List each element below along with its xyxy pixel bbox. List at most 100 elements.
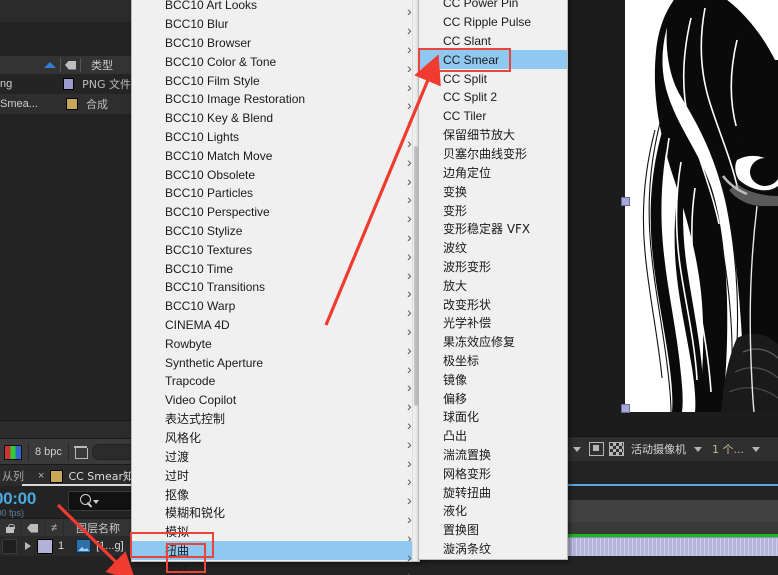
menu-item[interactable]: 变形 [419,201,567,220]
menu-item[interactable]: BCC10 Stylize [132,222,419,241]
menu-item[interactable]: BCC10 Lights [132,128,419,147]
view-layout-selector[interactable]: 1 个... [712,441,744,457]
menu-item[interactable]: BCC10 Art Looks [132,0,419,15]
menu-item[interactable]: 波纹 [419,238,567,257]
transparency-grid-icon[interactable] [609,442,624,456]
artwork-portrait [625,0,778,412]
menu-item[interactable]: 变换 [419,182,567,201]
eye-visibility-icon[interactable] [2,538,17,554]
menu-item[interactable]: CC Split [419,69,567,88]
menu-item[interactable]: 模拟 [132,522,419,541]
menu-item[interactable]: 抠像 [132,485,419,504]
project-column-header[interactable]: 类型 [0,56,131,75]
menu-item[interactable]: 生成 [132,560,419,575]
menu-item[interactable]: BCC10 Time [132,259,419,278]
menu-item[interactable]: 过时 [132,466,419,485]
chevron-down-icon[interactable] [752,446,760,452]
menu-item[interactable]: 网格变形 [419,464,567,483]
layer-name[interactable]: [1...g] [96,540,124,552]
menu-item[interactable]: CC Split 2 [419,88,567,107]
menu-item[interactable]: CC Slant [419,32,567,51]
menu-item[interactable]: 边角定位 [419,163,567,182]
close-icon[interactable]: × [38,470,44,482]
menu-item[interactable]: 镜像 [419,370,567,389]
menu-item[interactable]: 置换图 [419,520,567,539]
menu-item[interactable]: 波形变形 [419,257,567,276]
menu-item[interactable]: 表达式控制 [132,410,419,429]
menu-item[interactable]: BCC10 Transitions [132,278,419,297]
menu-item[interactable]: BCC10 Textures [132,240,419,259]
menu-item[interactable]: BCC10 Image Restoration [132,90,419,109]
effect-category-menu[interactable]: BCC10 Art Looks BCC10 Blur BCC10 Browser BC… [131,0,420,575]
menu-item[interactable]: CC Power Pin [419,0,567,13]
menu-item[interactable]: BCC10 Obsolete [132,165,419,184]
menu-item[interactable]: BCC10 Blur [132,15,419,34]
layer-color-swatch [37,538,53,554]
current-time-display[interactable]: 00:00 [0,489,36,509]
menu-item[interactable]: 极坐标 [419,351,567,370]
menu-item[interactable]: CINEMA 4D [132,316,419,335]
project-item-row[interactable]: ng PNG 文件 [0,74,131,94]
bit-depth-label[interactable]: 8 bpc [35,446,62,458]
menu-item[interactable]: CC Tiler [419,107,567,126]
menu-item[interactable]: 光学补偿 [419,314,567,333]
timeline-tab-secondary[interactable]: 从列 [0,468,24,484]
menu-item[interactable]: Video Copilot [132,391,419,410]
menu-item[interactable]: Rowbyte [132,334,419,353]
menu-item[interactable]: 模糊和锐化 [132,504,419,523]
menu-item[interactable]: BCC10 Key & Blend [132,109,419,128]
menu-item[interactable]: 球面化 [419,408,567,427]
menu-item[interactable]: BCC10 Perspective [132,203,419,222]
project-panel-topbar [0,0,131,23]
selection-handle[interactable] [621,197,630,206]
menu-item[interactable]: 贝塞尔曲线变形 [419,144,567,163]
menu-item[interactable]: Synthetic Aperture [132,353,419,372]
menu-item[interactable]: 过渡 [132,447,419,466]
trash-icon[interactable] [73,446,88,459]
timeline-tab-active[interactable]: CC Smear知 [68,468,134,484]
search-icon [80,494,91,505]
menu-item[interactable]: Trapcode [132,372,419,391]
menu-item[interactable]: 果冻效应修复 [419,332,567,351]
menu-item[interactable]: BCC10 Warp [132,297,419,316]
menu-item[interactable]: 液化 [419,502,567,521]
menu-item-label: 模拟 [165,525,190,540]
project-panel: 类型 ng PNG 文件 Smea... 合成 [0,0,132,439]
menu-item[interactable]: 改变形状 [419,295,567,314]
menu-item[interactable]: BCC10 Color & Tone [132,52,419,71]
menu-item[interactable]: 扭曲 [132,541,419,560]
menu-item[interactable]: 变形稳定器 VFX [419,220,567,239]
lock-icon[interactable] [6,523,15,533]
menu-item[interactable]: 湍流置换 [419,445,567,464]
menu-item[interactable]: 保留细节放大 [419,126,567,145]
composition-canvas[interactable] [625,0,778,412]
active-camera-selector[interactable]: 活动摄像机 [631,441,686,457]
menu-item[interactable]: BCC10 Film Style [132,71,419,90]
sort-ascending-icon[interactable] [44,62,56,68]
tag-icon[interactable] [27,523,38,533]
selection-handle[interactable] [621,404,630,413]
shy-icon[interactable]: ≠ [51,522,57,534]
menu-item[interactable]: BCC10 Match Move [132,146,419,165]
rgb-channel-icon[interactable] [4,444,22,460]
menu-item[interactable]: 凸出 [419,426,567,445]
menu-item[interactable]: BCC10 Particles [132,184,419,203]
menu-item-label: 偏移 [443,391,468,406]
distort-effects-submenu[interactable]: CC Power Pin CC Ripple Pulse CC Slant CC Sm… [418,0,568,560]
menu-item[interactable]: CC Smear [419,50,567,70]
region-of-interest-icon[interactable] [589,442,604,456]
menu-item[interactable]: 漩涡条纹 [419,539,567,558]
menu-item[interactable]: 偏移 [419,389,567,408]
expand-triangle-icon[interactable] [25,542,31,550]
chevron-down-icon[interactable] [573,446,581,452]
menu-item[interactable]: 风格化 [132,428,419,447]
menu-item[interactable]: 放大 [419,276,567,295]
menu-item[interactable]: CC Ripple Pulse [419,13,567,32]
column-header-type: 类型 [91,59,113,72]
menu-item-label: 贝塞尔曲线变形 [443,147,528,162]
item-color-swatch [62,78,75,90]
menu-item[interactable]: 旋转扭曲 [419,483,567,502]
chevron-down-icon[interactable] [694,446,702,452]
project-item-row[interactable]: Smea... 合成 [0,94,131,114]
menu-item[interactable]: BCC10 Browser [132,34,419,53]
